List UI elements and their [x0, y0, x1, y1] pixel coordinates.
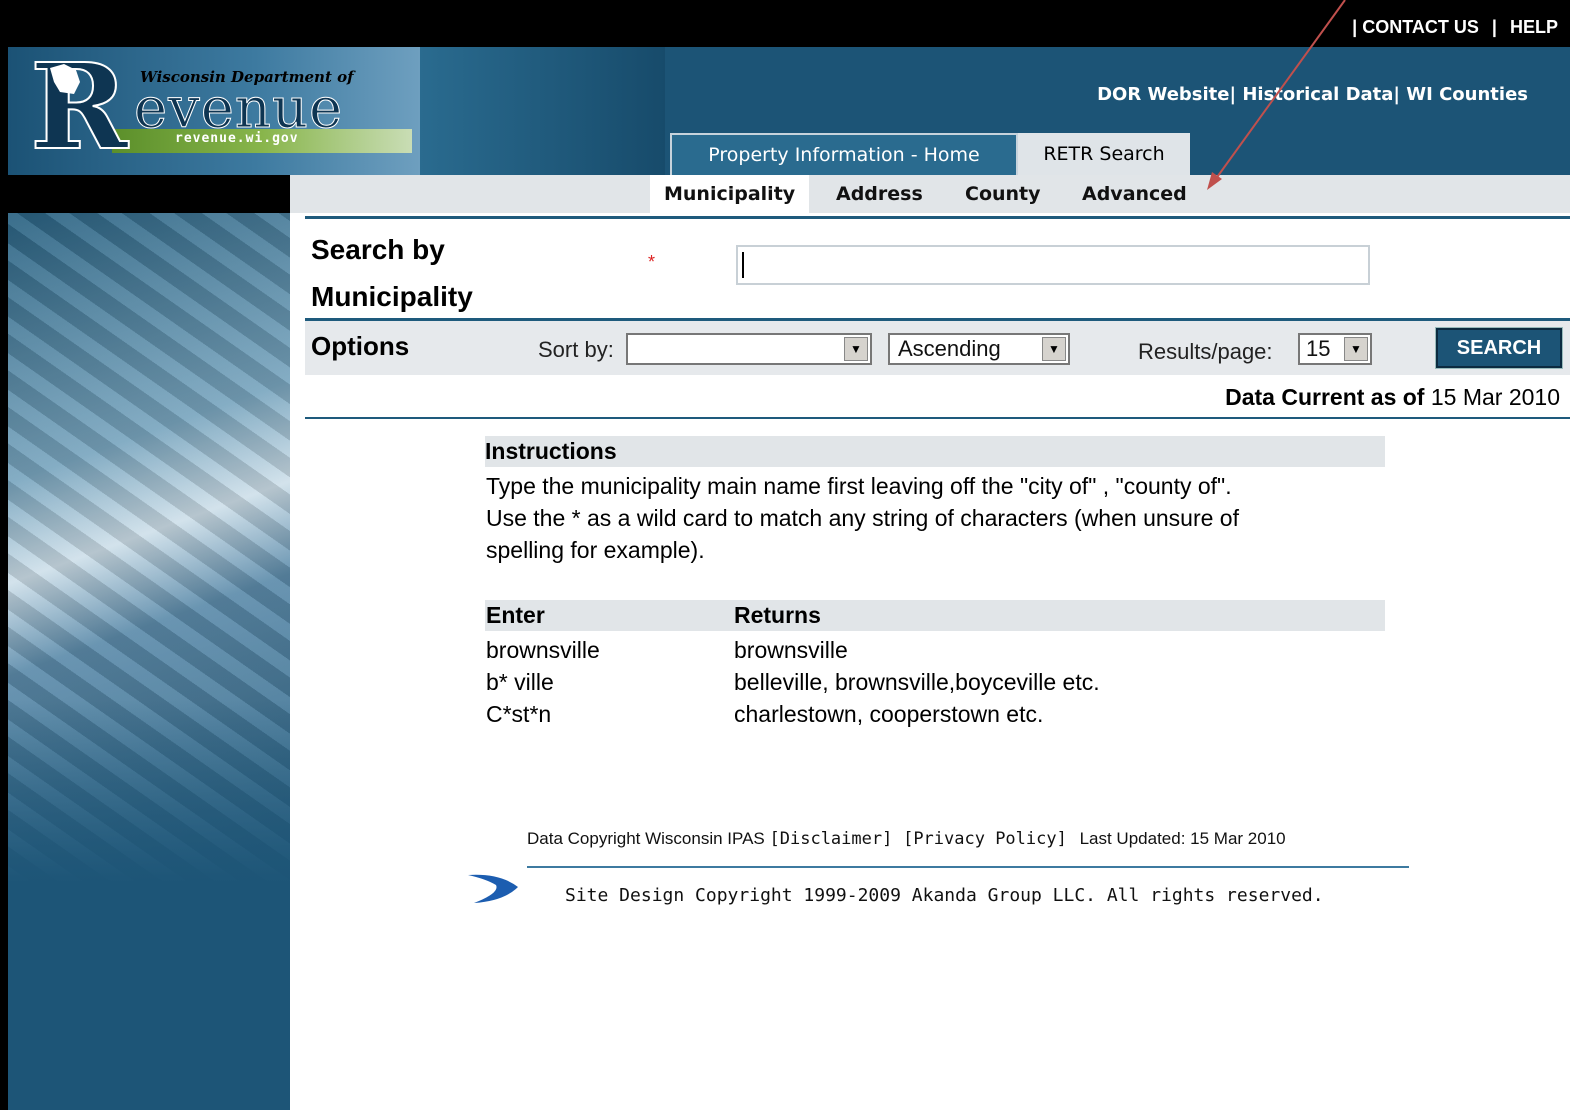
- cell-returns: brownsville: [734, 637, 848, 663]
- subtab-address[interactable]: Address: [836, 175, 923, 213]
- results-per-page-label: Results/page:: [1138, 339, 1273, 364]
- municipality-input[interactable]: [736, 245, 1370, 285]
- privacy-policy-link[interactable]: [Privacy Policy]: [903, 829, 1067, 849]
- sub-navigation: [290, 175, 1570, 213]
- footer-copyright-text: Data Copyright Wisconsin IPAS: [527, 829, 765, 848]
- required-marker: *: [648, 252, 656, 272]
- instructions-text: Type the municipality main name first le…: [486, 470, 1386, 566]
- instructions-heading: Instructions: [485, 436, 1385, 467]
- disclaimer-link[interactable]: [Disclaimer]: [770, 829, 893, 849]
- wi-counties-link[interactable]: WI Counties: [1406, 84, 1528, 105]
- chevron-down-icon[interactable]: ▼: [1042, 337, 1066, 361]
- chevron-down-icon[interactable]: ▼: [1344, 337, 1368, 361]
- cell-returns: belleville, brownsville,boyceville etc.: [734, 669, 1100, 695]
- footer-divider: [527, 866, 1409, 868]
- examples-table-header: Enter Returns: [485, 600, 1385, 631]
- search-title-line2: Municipality: [311, 281, 473, 312]
- cell-enter: b* ville: [486, 669, 554, 695]
- divider: [305, 216, 1570, 219]
- data-current-date: 15 Mar 2010: [1430, 384, 1560, 410]
- chevron-down-icon[interactable]: ▼: [844, 337, 868, 361]
- subtab-advanced[interactable]: Advanced: [1082, 175, 1187, 213]
- subtab-county[interactable]: County: [965, 175, 1041, 213]
- search-title: Search by Municipality: [311, 226, 473, 320]
- search-title-line1: Search by: [311, 234, 445, 265]
- site-design-copyright: Site Design Copyright 1999-2009 Akanda G…: [565, 885, 1324, 906]
- data-current-label: Data Current as of: [1225, 384, 1425, 410]
- options-label: Options: [311, 331, 410, 361]
- logo-url: revenue.wi.gov: [175, 131, 299, 146]
- column-returns: Returns: [734, 602, 821, 628]
- cell-enter: brownsville: [486, 637, 600, 663]
- logo-department: Wisconsin Department of: [140, 68, 354, 86]
- results-per-page-select[interactable]: 15 ▼: [1298, 333, 1372, 365]
- divider: [305, 417, 1570, 419]
- sort-by-select[interactable]: ▼: [626, 333, 872, 365]
- historical-data-link[interactable]: Historical Data|: [1242, 84, 1400, 105]
- last-updated: Last Updated: 15 Mar 2010: [1079, 829, 1286, 848]
- instructions-line: spelling for example).: [486, 537, 705, 563]
- data-current: Data Current as of 15 Mar 2010: [1225, 384, 1560, 411]
- instructions-line: Type the municipality main name first le…: [486, 473, 1232, 499]
- cell-enter: C*st*n: [486, 701, 552, 727]
- cell-returns: charlestown, cooperstown etc.: [734, 701, 1044, 727]
- sort-by-label: Sort by:: [538, 337, 614, 362]
- top-links: | CONTACT US | HELP: [1352, 17, 1558, 38]
- top-bar: [0, 0, 1570, 47]
- tab-property-home[interactable]: Property Information - Home: [670, 133, 1018, 175]
- column-enter: Enter: [486, 602, 545, 628]
- separator: |: [1352, 17, 1358, 37]
- akanda-logo-icon: [468, 874, 518, 903]
- header-gradient: [420, 47, 665, 175]
- sort-order-select[interactable]: Ascending ▼: [888, 333, 1070, 365]
- dor-website-link[interactable]: DOR Website|: [1097, 84, 1236, 105]
- subtab-municipality[interactable]: Municipality: [650, 175, 810, 213]
- search-button[interactable]: SEARCH: [1435, 327, 1563, 369]
- photo-fade: [8, 700, 290, 883]
- contact-us-link[interactable]: CONTACT US: [1362, 17, 1479, 37]
- sort-order-value: Ascending: [898, 336, 1001, 361]
- header-links: DOR Website| Historical Data| WI Countie…: [1097, 84, 1528, 105]
- left-black-strip: [8, 175, 290, 213]
- text-cursor: [742, 252, 744, 278]
- tab-retr-search[interactable]: RETR Search: [1018, 133, 1190, 175]
- results-per-page-value: 15: [1306, 336, 1331, 361]
- instructions-line: Use the * as a wild card to match any st…: [486, 505, 1239, 531]
- separator: |: [1491, 17, 1497, 37]
- left-border: [0, 0, 8, 1110]
- help-link[interactable]: HELP: [1510, 17, 1558, 37]
- footer-copyright: Data Copyright Wisconsin IPAS [Disclaime…: [527, 829, 1286, 849]
- wisconsin-map-icon: [50, 64, 80, 94]
